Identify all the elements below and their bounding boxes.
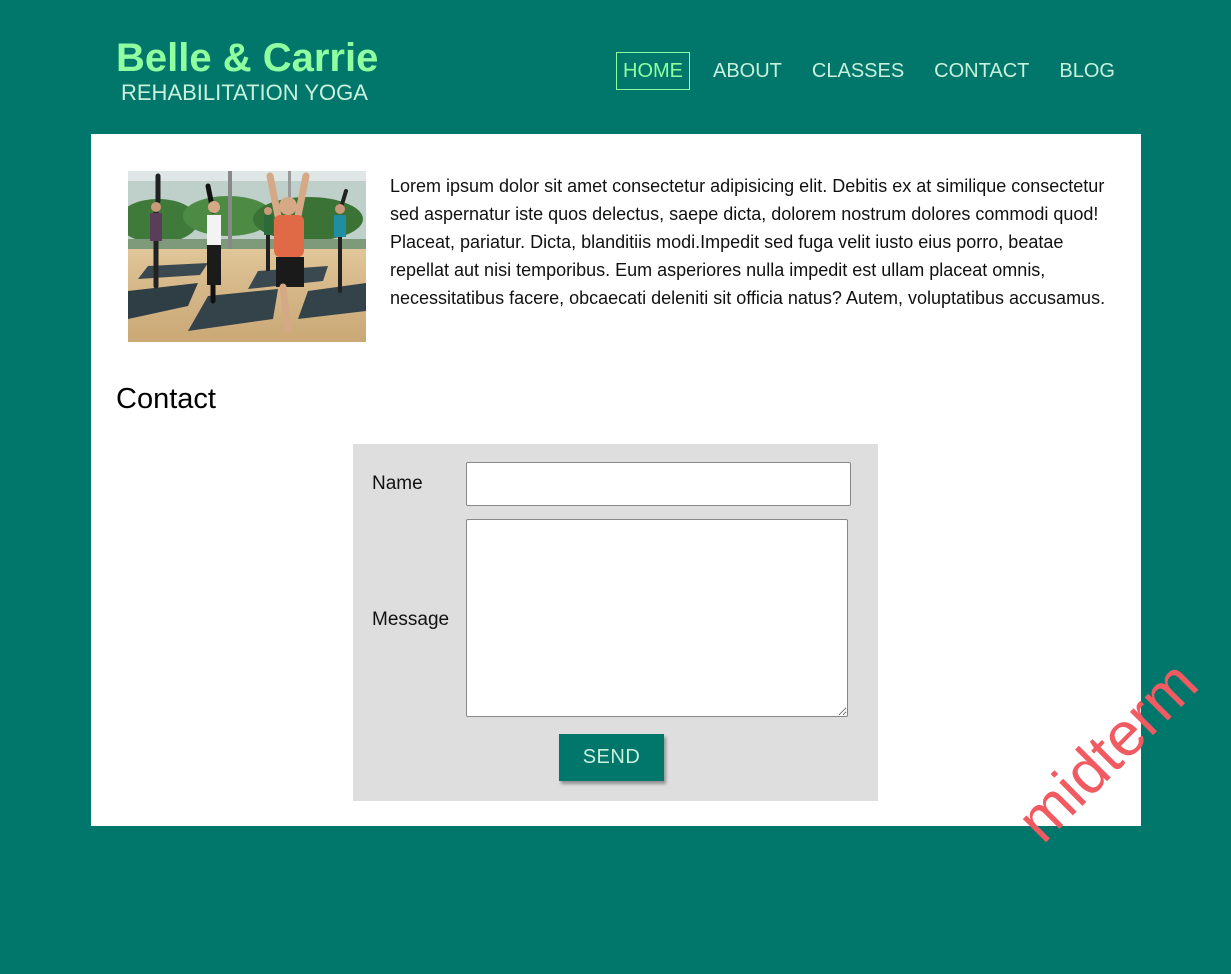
- name-label: Name: [372, 473, 423, 494]
- contact-heading: Contact: [116, 383, 216, 415]
- brand-subtitle: REHABILITATION YOGA: [121, 80, 368, 105]
- intro-paragraph: Lorem ipsum dolor sit amet consectetur a…: [390, 176, 1106, 308]
- message-label: Message: [372, 609, 450, 630]
- send-button[interactable]: SEND: [559, 734, 664, 781]
- yoga-class-photo: [128, 171, 366, 342]
- brand-title[interactable]: Belle & Carrie: [116, 36, 378, 80]
- main-content: Lorem ipsum dolor sit amet consectetur a…: [91, 134, 1141, 826]
- nav-classes[interactable]: CLASSES: [805, 52, 911, 90]
- message-textarea[interactable]: [466, 519, 848, 717]
- contact-form: Name Message SEND: [353, 444, 878, 801]
- site-header: Belle & Carrie REHABILITATION YOGA HOME …: [0, 0, 1231, 134]
- yoga-class-illustration: [128, 171, 366, 342]
- nav-about[interactable]: ABOUT: [706, 52, 789, 90]
- nav-contact[interactable]: CONTACT: [927, 52, 1036, 90]
- name-input[interactable]: [466, 462, 851, 506]
- nav-home[interactable]: HOME: [616, 52, 690, 90]
- main-nav: HOME ABOUT CLASSES CONTACT BLOG: [616, 52, 1122, 90]
- nav-blog[interactable]: BLOG: [1052, 52, 1122, 90]
